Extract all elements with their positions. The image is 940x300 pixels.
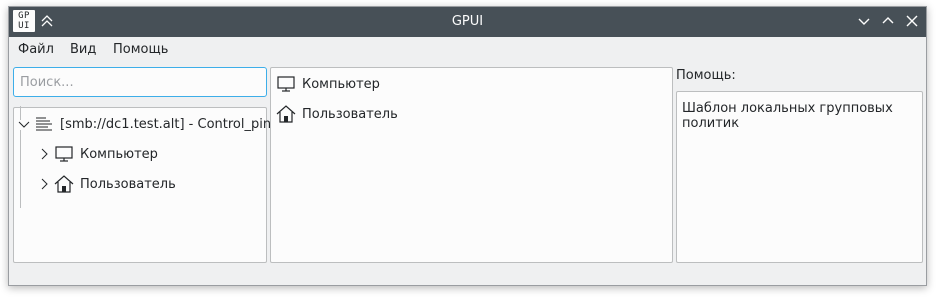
list-item[interactable]: Пользователь <box>276 102 398 126</box>
tree-root-item[interactable]: [smb://dc1.test.alt] - Control_ping <box>18 112 279 136</box>
title-bar[interactable]: GP UI GPUI <box>9 7 926 37</box>
menu-help[interactable]: Помощь <box>113 42 168 57</box>
menu-view[interactable]: Вид <box>70 42 96 57</box>
status-bar <box>9 265 926 286</box>
help-panel[interactable]: Шаблон локальных групповых политик <box>676 91 923 263</box>
window-title: GPUI <box>451 14 484 29</box>
tree-guide-line <box>20 130 21 208</box>
menu-bar: Файл Вид Помощь <box>9 37 926 63</box>
content-list[interactable]: Компьютер Пользователь <box>270 67 673 263</box>
search-input[interactable] <box>13 67 267 97</box>
computer-icon <box>55 146 73 162</box>
navigation-tree[interactable]: [smb://dc1.test.alt] - Control_ping Комп… <box>13 106 279 263</box>
tree-item-label: Пользователь <box>80 176 176 192</box>
list-item-label: Компьютер <box>302 76 380 92</box>
close-button[interactable] <box>904 13 920 29</box>
chevron-right-icon[interactable] <box>38 178 50 190</box>
tree-root-label: [smb://dc1.test.alt] - Control_ping <box>60 116 280 132</box>
help-heading: Помощь: <box>676 68 736 83</box>
list-item-label: Пользователь <box>302 106 398 122</box>
chevron-down-icon[interactable] <box>18 118 30 130</box>
minimize-button[interactable] <box>856 13 872 29</box>
policy-document-icon <box>36 117 52 131</box>
menu-file[interactable]: Файл <box>18 42 54 57</box>
maximize-button[interactable] <box>880 13 896 29</box>
tree-item-computer[interactable]: Компьютер <box>38 142 158 166</box>
chevron-right-icon[interactable] <box>38 148 50 160</box>
main-window: GP UI GPUI Файл Вид Помощь Поиск... [smb… <box>8 6 927 286</box>
tree-item-user[interactable]: Пользователь <box>38 172 176 196</box>
list-item[interactable]: Компьютер <box>276 72 380 96</box>
tree-item-label: Компьютер <box>80 146 158 162</box>
user-home-icon <box>276 105 296 123</box>
computer-icon <box>277 76 295 92</box>
user-home-icon <box>54 175 74 193</box>
help-text: Шаблон локальных групповых политик <box>682 101 893 131</box>
